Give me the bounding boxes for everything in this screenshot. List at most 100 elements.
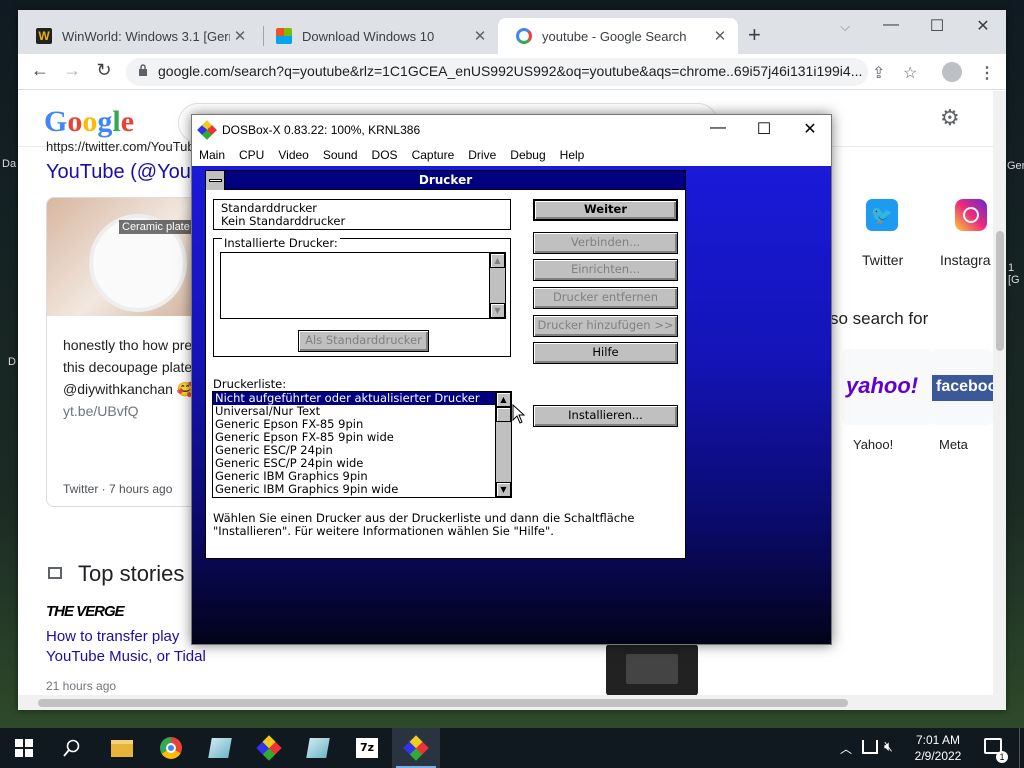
- tab-title: WinWorld: Windows 3.1 [German]: [62, 28, 230, 44]
- tab-youtube-search[interactable]: youtube - Google Search ✕: [498, 18, 738, 54]
- tweet-text-line: @diywithkanchan 🥰: [63, 381, 195, 397]
- share-icon[interactable]: ⇪: [872, 63, 885, 83]
- printer-list-item[interactable]: Generic IBM Graphics 9pin wide: [213, 483, 511, 496]
- vertical-scrollbar[interactable]: [993, 91, 1006, 695]
- close-tab-icon[interactable]: ✕: [230, 27, 250, 45]
- tab-winworld[interactable]: W WinWorld: Windows 3.1 [German] ✕: [18, 18, 258, 54]
- meta-card[interactable]: faceboo: [930, 349, 993, 425]
- menu-debug[interactable]: Debug: [510, 145, 545, 166]
- printer-list[interactable]: Nicht aufgeführter oder aktualisierter D…: [212, 391, 512, 498]
- taskbar-app[interactable]: [294, 728, 342, 768]
- twitter-icon[interactable]: 🐦: [866, 199, 898, 231]
- help-button[interactable]: Hilfe: [533, 342, 678, 364]
- scroll-down-icon[interactable]: ▼: [490, 303, 505, 318]
- maximize-icon[interactable]: ☐: [914, 16, 960, 36]
- search-button[interactable]: [48, 728, 96, 768]
- taskbar-app[interactable]: [196, 728, 244, 768]
- info-text: "Installieren". Für weitere Informatione…: [213, 524, 554, 538]
- yahoo-card[interactable]: yahoo!: [842, 349, 932, 425]
- address-bar[interactable]: google.com/search?q=youtube&rlz=1C1GCEA_…: [126, 58, 868, 86]
- scrollbar-thumb[interactable]: [996, 231, 1004, 351]
- horizontal-scrollbar[interactable]: [18, 695, 1006, 710]
- profile-avatar-icon[interactable]: [942, 62, 962, 82]
- video-label: Ceramic plate: [119, 220, 193, 234]
- dosbox-icon: [256, 735, 282, 761]
- settings-gear-icon[interactable]: ⚙: [940, 105, 960, 131]
- close-tab-icon[interactable]: ✕: [710, 27, 730, 45]
- top-stories-heading: Top stories: [78, 561, 185, 586]
- menu-video[interactable]: Video: [278, 145, 308, 166]
- story-thumbnail[interactable]: [606, 644, 698, 695]
- chrome-menu-icon[interactable]: ⋮: [979, 63, 995, 83]
- taskbar-dosbox-active[interactable]: [392, 728, 440, 768]
- menu-dos[interactable]: DOS: [372, 145, 398, 166]
- dosbox-icon: [403, 735, 429, 761]
- tab-download-windows[interactable]: Download Windows 10 ✕: [258, 18, 498, 54]
- setup-button[interactable]: Einrichten...: [533, 259, 678, 281]
- taskbar-file-explorer[interactable]: [98, 728, 146, 768]
- show-hidden-icons-chevron-up-icon[interactable]: ︿: [840, 740, 852, 757]
- dosbox-titlebar[interactable]: DOSBox-X 0.83.22: 100%, KRNL386 — ☐ ✕: [192, 115, 831, 145]
- scroll-up-icon[interactable]: ▲: [496, 392, 511, 407]
- scroll-up-icon[interactable]: ▲: [490, 253, 505, 268]
- connect-button[interactable]: Verbinden...: [533, 232, 678, 254]
- remove-printer-button[interactable]: Drucker entfernen: [533, 287, 678, 309]
- dosbox-screen[interactable]: Drucker Standarddrucker Kein Standarddru…: [192, 166, 831, 644]
- system-clock[interactable]: 7:01 AM 2/9/2022: [910, 732, 966, 764]
- dialog-titlebar[interactable]: Drucker: [206, 171, 685, 190]
- instagram-icon[interactable]: [955, 199, 987, 231]
- clock-date: 2/9/2022: [914, 749, 962, 763]
- new-tab-icon[interactable]: +: [748, 24, 761, 46]
- story-title[interactable]: YouTube Music, or Tidal: [46, 647, 206, 667]
- tab-search-chevron-down-icon[interactable]: ⌵: [822, 19, 868, 35]
- taskbar-7zip[interactable]: 7z: [343, 728, 391, 768]
- close-window-icon[interactable]: ✕: [787, 119, 833, 141]
- installed-printers-list[interactable]: ▲ ▼: [220, 252, 506, 319]
- system-menu-icon[interactable]: [206, 171, 225, 190]
- listbox-scrollbar[interactable]: ▲ ▼: [489, 253, 505, 318]
- set-default-printer-button[interactable]: Als Standarddrucker: [298, 330, 429, 352]
- forward-arrow-icon[interactable]: →: [60, 60, 84, 81]
- taskbar-chrome[interactable]: [147, 728, 195, 768]
- minimize-icon[interactable]: —: [868, 16, 914, 34]
- close-window-icon[interactable]: ✕: [960, 16, 1006, 36]
- desktop-icon-label[interactable]: Da: [2, 158, 16, 170]
- close-tab-icon[interactable]: ✕: [470, 27, 490, 45]
- menu-drive[interactable]: Drive: [468, 145, 496, 166]
- tab-title: youtube - Google Search: [542, 28, 687, 44]
- story-title[interactable]: How to transfer play: [46, 627, 206, 647]
- scrollbar-thumb[interactable]: [38, 699, 848, 707]
- tweet-link[interactable]: yt.be/UBvfQ: [63, 400, 194, 422]
- taskbar-dosbox[interactable]: [245, 728, 293, 768]
- continue-button[interactable]: Weiter: [533, 199, 678, 221]
- menu-main[interactable]: Main: [199, 145, 225, 166]
- add-printer-button[interactable]: Drucker hinzufügen >>: [533, 315, 678, 337]
- maximize-icon[interactable]: ☐: [741, 119, 787, 141]
- show-desktop-button[interactable]: [1019, 728, 1024, 768]
- also-search-item[interactable]: Yahoo!: [853, 437, 893, 452]
- url-text: google.com/search?q=youtube&rlz=1C1GCEA_…: [158, 63, 863, 79]
- google-logo[interactable]: Google: [44, 105, 134, 139]
- back-arrow-icon[interactable]: ←: [28, 60, 52, 81]
- profile-name[interactable]: Twitter: [862, 252, 903, 268]
- menu-cpu[interactable]: CPU: [239, 145, 264, 166]
- 7zip-icon: 7z: [356, 738, 378, 758]
- menu-sound[interactable]: Sound: [323, 145, 358, 166]
- menu-help[interactable]: Help: [560, 145, 585, 166]
- start-button[interactable]: [0, 728, 48, 768]
- volume-muted-icon[interactable]: 🔇︎: [884, 738, 893, 755]
- also-search-item[interactable]: Meta: [939, 437, 968, 452]
- printers-dialog: Drucker Standarddrucker Kein Standarddru…: [205, 170, 686, 559]
- menu-capture[interactable]: Capture: [412, 145, 455, 166]
- listbox-scrollbar[interactable]: ▲ ▼: [495, 392, 511, 497]
- bookmark-star-icon[interactable]: ☆: [903, 63, 917, 83]
- minimize-icon[interactable]: —: [695, 119, 741, 141]
- network-icon[interactable]: [862, 740, 878, 754]
- install-button[interactable]: Installieren...: [533, 405, 678, 427]
- reload-icon[interactable]: ↻: [92, 60, 116, 81]
- profile-name[interactable]: Instagra: [940, 252, 991, 268]
- dosbox-app-icon[interactable]: [197, 120, 217, 140]
- scroll-thumb[interactable]: [496, 407, 511, 422]
- scroll-down-icon[interactable]: ▼: [496, 482, 511, 497]
- desktop-icon-label[interactable]: D: [8, 356, 16, 368]
